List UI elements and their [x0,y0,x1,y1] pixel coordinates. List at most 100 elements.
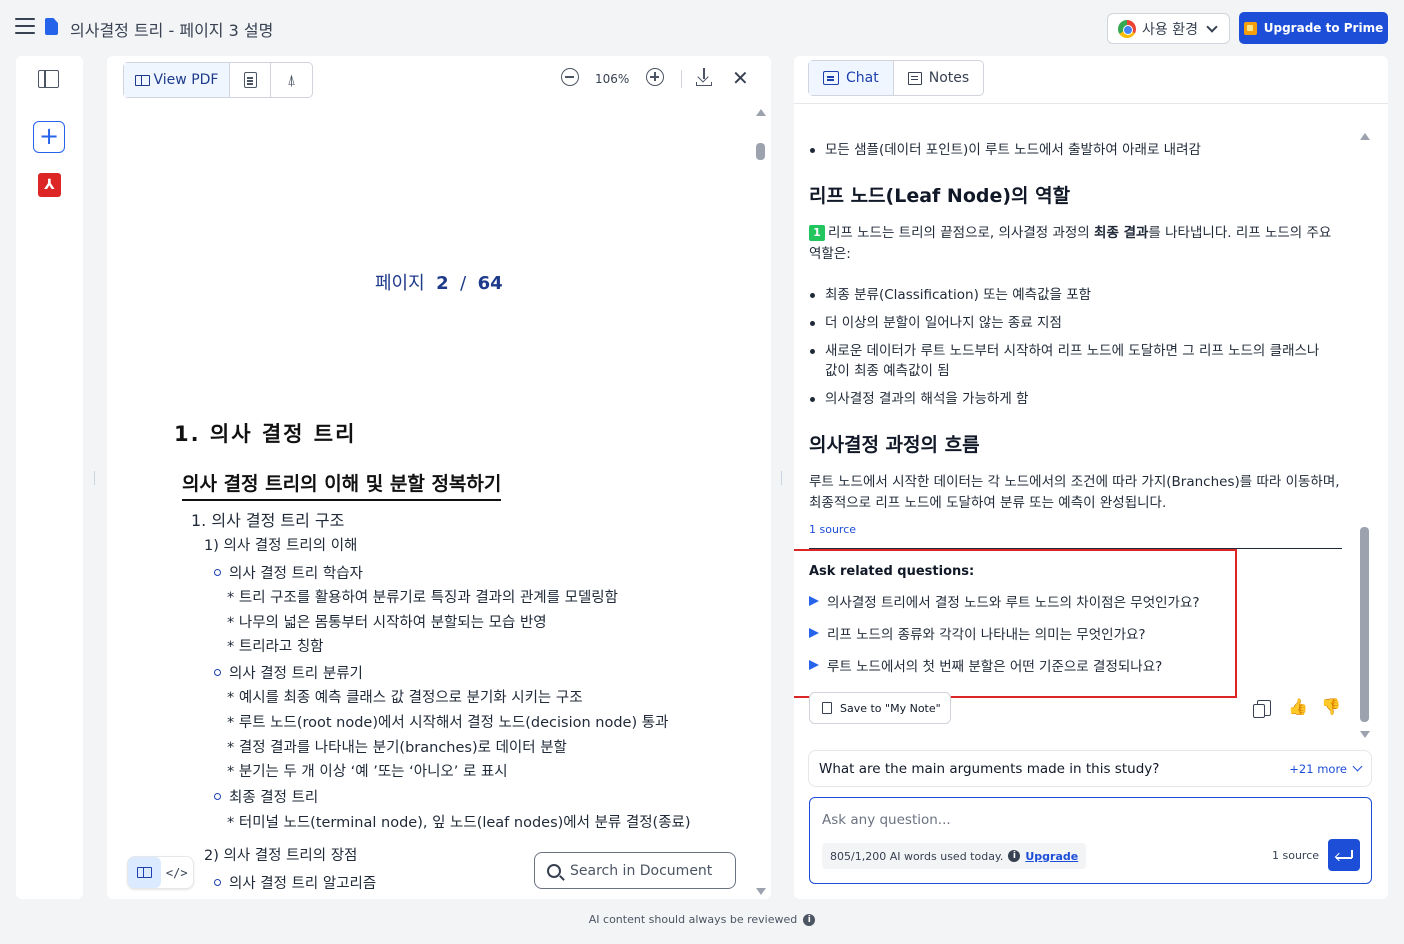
chevron-down-icon [1206,20,1218,33]
bullet-circle-icon [214,569,221,576]
info-icon[interactable]: i [1008,850,1021,862]
pdf-line: 의사 결정 트리 분류기 [214,662,363,683]
download-icon[interactable] [696,68,712,86]
code-mode-button[interactable]: </> [161,857,194,888]
pdf-line-text: 최종 결정 트리 [229,790,319,806]
para-bold: 최종 결과 [1094,225,1149,241]
chat-paragraph: 1 리프 노드는 트리의 끝점으로, 의사결정 과정의 최종 결과를 나타냅니다.… [809,223,1341,265]
footer-text: AI content should always be reviewed [588,913,798,926]
pdf-scroll-up-arrow[interactable] [756,109,766,116]
tab-notes-label: Notes [928,70,970,86]
zoom-in-icon[interactable] [646,68,664,86]
chat-section-title: 리프 노드(Leaf Node)의 역할 [809,185,1071,207]
send-arrow-icon [809,660,819,670]
panel-splitter[interactable] [781,471,782,485]
chat-scrollbar-thumb[interactable] [1360,527,1369,722]
panel-toggle-icon[interactable] [38,70,59,88]
related-question-text: 루트 노드에서의 첫 번째 분할은 어떤 기준으로 결정되나요? [827,659,1163,675]
pdf-line: 의사 결정 트리 학습자 [214,562,363,583]
chat-bullet-item: 새로운 데이터가 루트 노드부터 시작하여 리프 노드에 도달하면 그 리프 노… [809,341,1331,381]
suggested-question-bar[interactable]: What are the main arguments made in this… [808,750,1372,787]
bullet-circle-icon [214,793,221,800]
toolbar-separator [681,70,682,88]
upgrade-label: Upgrade to Prime [1263,21,1384,35]
related-question-text: 리프 노드의 종류와 각각이 나타내는 의미는 무엇인가요? [827,627,1146,643]
notes-icon [907,71,922,85]
pdf-line: 1. 의사 결정 트리 구조 [191,511,345,530]
reader-mode-button[interactable] [128,857,161,888]
bullet-circle-icon [214,879,221,886]
rail-splitter[interactable] [94,471,95,485]
suggested-question[interactable]: What are the main arguments made in this… [819,761,1159,777]
chat-scroll-down-arrow[interactable] [1360,731,1370,738]
pdf-line-text: 의사 결정 트리 알고리즘 [229,876,377,892]
code-icon: </> [165,865,188,880]
source-link[interactable]: 1 source [809,523,856,536]
ask-question-box: 805/1,200 AI words used today. i Upgrade… [809,797,1372,884]
footer-disclaimer: AI content should always be reviewed i [0,913,1404,926]
copy-icon[interactable] [1253,700,1271,718]
page-label: 페이지 [375,273,425,294]
view-pdf-label: View PDF [153,72,219,88]
bullet-circle-icon [214,669,221,676]
search-in-document-input[interactable]: Search in Document [534,852,736,889]
ask-source-count[interactable]: 1 source [1272,849,1319,862]
save-to-note-button[interactable]: Save to "My Note" [809,692,951,724]
page-indicator: 페이지 2 / 64 [375,269,503,295]
pdf-line-text: 의사 결정 트리 분류기 [229,666,363,682]
related-question[interactable]: 루트 노드에서의 첫 번째 분할은 어떤 기준으로 결정되나요? [809,655,1162,675]
page-total: 64 [477,273,503,294]
tab-chat[interactable]: Chat [809,61,894,95]
zoom-out-icon[interactable] [561,68,579,86]
document-icon [45,18,58,35]
pdf-scrollbar-thumb[interactable] [756,143,765,160]
pdf-view-mode-toggle: </> [127,856,194,889]
environment-dropdown[interactable]: 사용 환경 [1107,13,1230,44]
menu-icon[interactable] [15,18,35,34]
pdf-file-icon[interactable]: ⅄ [38,173,61,197]
environment-label: 사용 환경 [1142,21,1198,38]
upgrade-link[interactable]: Upgrade [1025,850,1078,863]
chat-bullet-item: 의사결정 결과의 해석을 가능하게 함 [809,389,1331,409]
chat-tabs: Chat Notes [808,60,985,96]
tab-notes[interactable]: Notes [894,61,983,95]
prime-icon [1243,21,1257,35]
file-info-icon [243,72,257,88]
chat-bullet-item: 더 이상의 분할이 일어나지 않는 종료 지점 [809,313,1331,333]
related-question[interactable]: 의사결정 트리에서 결정 노드와 루트 노드의 차이점은 무엇인가요? [809,591,1200,611]
chat-scroll-up-arrow[interactable] [1360,133,1370,140]
pdf-line: * 결정 결과를 나타내는 분기(branches)로 데이터 분할 [227,740,567,756]
note-icon [822,702,832,714]
related-questions-title: Ask related questions: [809,564,975,579]
document-info-button[interactable] [230,63,271,97]
info-icon[interactable]: i [803,913,816,926]
pdf-line: * 예시를 최종 예측 클래스 값 결정으로 분기화 시키는 구조 [227,690,583,706]
related-question-text: 의사결정 트리에서 결정 노드와 루트 노드의 차이점은 무엇인가요? [827,595,1200,611]
page-separator: / [460,273,467,294]
share-button[interactable]: ⍋ [271,63,312,97]
book-icon [136,867,152,878]
chat-paragraph: 루트 노드에서 시작한 데이터는 각 노드에서의 조건에 따라 가지(Branc… [809,474,1340,511]
send-button[interactable] [1328,839,1360,871]
usage-text: 805/1,200 AI words used today. [830,849,1004,863]
top-bar: 의사결정 트리 - 페이지 3 설명 사용 환경 Upgrade to Prim… [0,0,1404,56]
thumbs-up-icon[interactable]: 👍 [1288,697,1308,716]
add-document-button[interactable]: + [33,121,65,153]
related-question[interactable]: 리프 노드의 종류와 각각이 나타내는 의미는 무엇인가요? [809,623,1146,643]
ask-question-input[interactable] [822,812,1222,828]
view-pdf-button[interactable]: View PDF [124,63,230,97]
pdf-scroll-down-arrow[interactable] [756,888,766,895]
more-suggestions-button[interactable]: +21 more [1289,762,1363,776]
pdf-line: * 나무의 넓은 몸통부터 시작하여 분할되는 모습 반영 [227,615,547,631]
upgrade-prime-button[interactable]: Upgrade to Prime [1239,12,1388,44]
enter-icon [1334,852,1344,862]
pdf-line: * 터미널 노드(terminal node), 잎 노드(leaf nodes… [227,815,691,831]
share-icon: ⍋ [286,71,296,89]
reference-badge[interactable]: 1 [809,225,825,241]
close-pdf-icon[interactable]: ✕ [732,68,749,88]
usage-indicator: 805/1,200 AI words used today. i Upgrade [822,843,1087,869]
pdf-viewer-panel: View PDF ⍋ 106% ✕ 페이지 2 / 64 1. 의사 결정 트리… [107,56,771,899]
pdf-line: * 루트 노드(root node)에서 시작해서 결정 노드(decision… [227,715,669,731]
tab-chat-label: Chat [846,70,879,86]
thumbs-down-icon[interactable]: 👎 [1321,697,1341,716]
